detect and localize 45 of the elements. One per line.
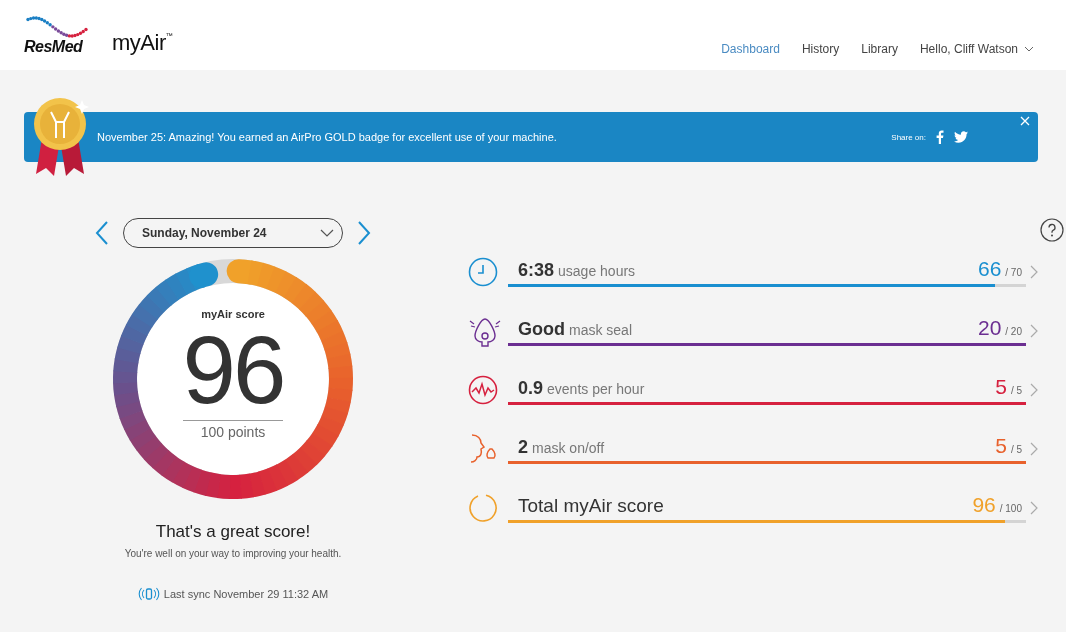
nav-link[interactable]: Library: [861, 42, 898, 56]
banner-message: November 25: Amazing! You earned an AirPro GOLD badge for excellent use of your machine.: [97, 131, 558, 143]
metric-label: mask seal: [569, 321, 633, 338]
metric-points: 66: [977, 256, 1002, 281]
metric-points: 20: [977, 315, 1002, 340]
score-value: 96: [182, 320, 284, 420]
metric-max: / 5: [1010, 443, 1022, 455]
last-sync-text: Last sync November 29 11:32 AM: [163, 588, 329, 600]
metric-label: events per hour: [547, 380, 645, 397]
facebook-icon[interactable]: [936, 130, 944, 144]
metric-max: / 20: [1005, 325, 1022, 337]
user-menu[interactable]: Hello, Cliff Watson: [919, 42, 1034, 56]
ring-icon: [468, 492, 498, 523]
metric-value: Good: [518, 318, 565, 339]
twitter-icon[interactable]: [954, 131, 968, 143]
nav-link[interactable]: Dashboard: [721, 42, 780, 56]
metric-value: 6:38: [518, 259, 555, 280]
metric-points: 5: [995, 433, 1007, 458]
metric-label: Total myAir score: [518, 494, 664, 517]
share-label: Share on:: [891, 132, 926, 142]
metric-value: 2: [518, 436, 528, 457]
waveform-icon: [468, 374, 498, 405]
nav-link[interactable]: History: [801, 42, 840, 56]
score-caption: 100 points: [182, 420, 284, 440]
next-arrow[interactable]: [357, 220, 371, 246]
previous-arrow[interactable]: [95, 220, 109, 246]
caret-icon: [320, 229, 334, 237]
wireless-sync-icon: [137, 587, 160, 601]
metric-points: 5: [995, 374, 1007, 399]
metric-value: 0.9: [518, 377, 544, 398]
close-icon[interactable]: [1020, 116, 1030, 126]
metric-label: mask on/off: [532, 439, 605, 456]
help-icon[interactable]: [1040, 218, 1064, 242]
brand-name: ResMed: [24, 38, 83, 56]
metric-label: usage hours: [558, 262, 636, 279]
score-verdict: That's a great score!: [155, 522, 311, 542]
metric-points: 96: [972, 492, 996, 517]
metric-max: / 100: [999, 502, 1022, 514]
caret-icon: [1024, 46, 1034, 52]
metric-max: / 5: [1010, 384, 1022, 396]
clock-icon: [468, 256, 498, 287]
score-message: You're well on your way to improving your health.: [124, 548, 342, 559]
metric-max: / 70: [1005, 266, 1022, 278]
gauge-title: myAir score: [201, 308, 265, 320]
face-mask-icon: [468, 432, 498, 465]
